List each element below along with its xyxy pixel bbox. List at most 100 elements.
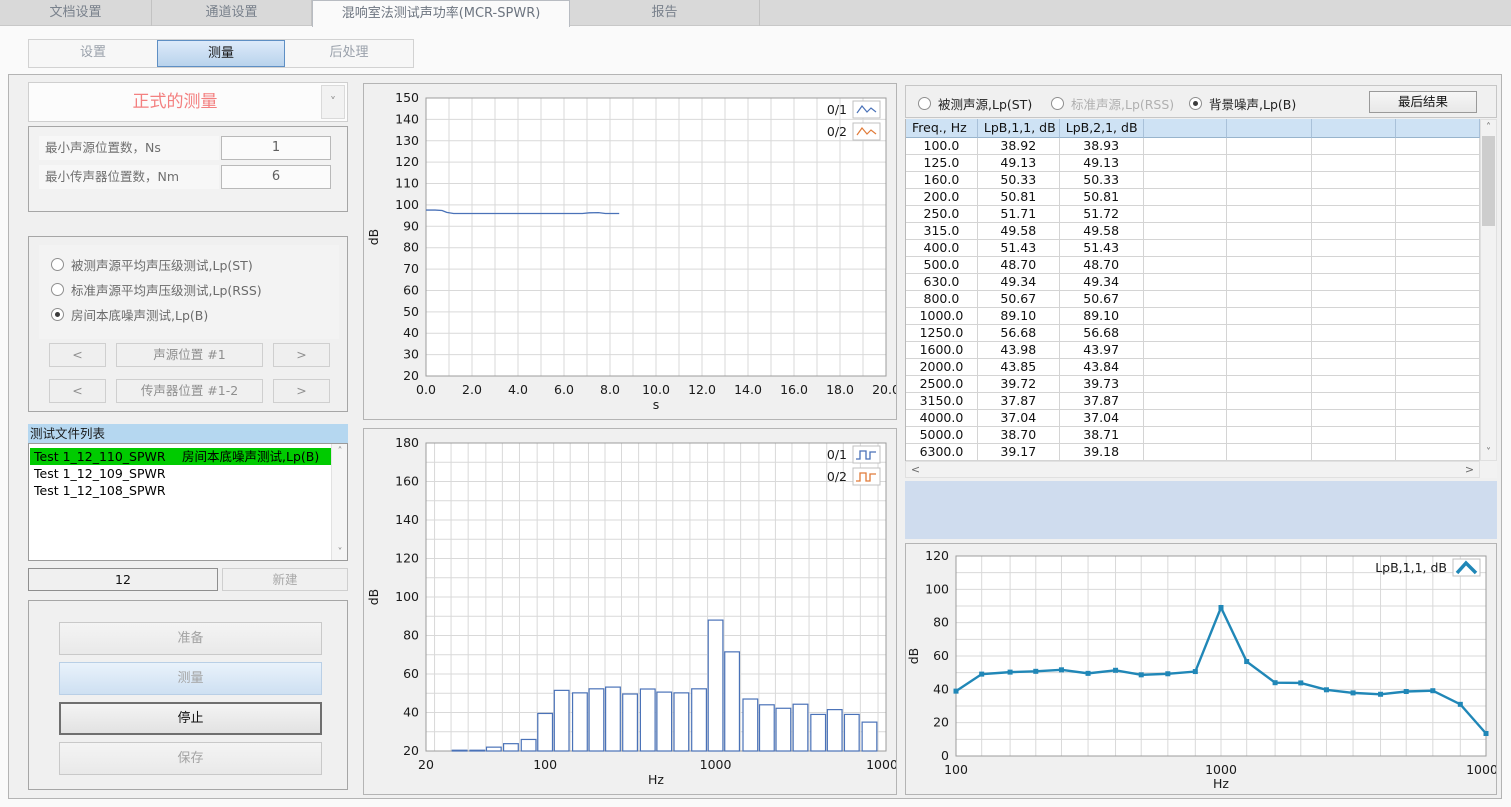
table-header-cell	[1144, 119, 1228, 138]
table-vertical-scrollbar[interactable]: ˄ ˅	[1480, 119, 1497, 461]
scrollbar-thumb[interactable]	[1482, 136, 1495, 226]
svg-text:20: 20	[403, 368, 419, 383]
sub-tab[interactable]: 设置	[29, 40, 157, 67]
file-list-scrollbar[interactable]: ˄ ˅	[331, 444, 347, 560]
table-cell: 39.17	[978, 444, 1060, 461]
svg-text:100: 100	[925, 581, 949, 596]
table-cell	[1144, 376, 1228, 393]
measurement-params-box: 最小声源位置数，Ns 1 最小传声器位置数，Nm 6	[28, 126, 348, 212]
new-file-button[interactable]: 新建	[222, 568, 348, 591]
scroll-up-icon[interactable]: ˄	[332, 444, 348, 459]
nm-value-field[interactable]: 6	[221, 165, 331, 189]
table-cell	[1312, 325, 1396, 342]
last-result-button[interactable]: 最后结果	[1369, 91, 1477, 113]
position-next-button[interactable]: >	[273, 379, 330, 403]
table-row[interactable]: 400.051.4351.43	[906, 240, 1480, 257]
scroll-right-icon[interactable]: >	[1462, 462, 1477, 477]
svg-text:6.0: 6.0	[554, 382, 574, 397]
nm-label: 最小传声器位置数，Nm	[39, 165, 219, 189]
top-tab[interactable]: 报告	[570, 0, 760, 26]
table-cell: 38.92	[978, 138, 1060, 155]
table-row[interactable]: 1600.043.9843.97	[906, 342, 1480, 359]
svg-text:100: 100	[395, 589, 419, 604]
svg-text:10000: 10000	[866, 757, 896, 772]
file-list[interactable]: ˄ ˅ Test 1_12_110_SPWR房间本底噪声测试,Lp(B)Test…	[28, 443, 348, 561]
table-cell	[1312, 172, 1396, 189]
table-cell	[1227, 359, 1312, 376]
table-row[interactable]: 630.049.3449.34	[906, 274, 1480, 291]
table-cell	[1312, 359, 1396, 376]
table-horizontal-scrollbar[interactable]: < >	[905, 461, 1480, 478]
table-row[interactable]: 2500.039.7239.73	[906, 376, 1480, 393]
table-row[interactable]: 800.050.6750.67	[906, 291, 1480, 308]
file-count-field[interactable]: 12	[28, 568, 218, 591]
source-radio[interactable]: 背景噪声,Lp(B)	[1189, 94, 1296, 112]
position-prev-button[interactable]: <	[49, 379, 106, 403]
table-row[interactable]: 160.050.3350.33	[906, 172, 1480, 189]
svg-text:s: s	[653, 397, 660, 412]
source-radio[interactable]: 标准声源,Lp(RSS)	[1051, 94, 1174, 112]
source-radio[interactable]: 被测声源,Lp(ST)	[918, 94, 1032, 112]
scroll-left-icon[interactable]: <	[908, 462, 923, 477]
table-row[interactable]: 200.050.8150.81	[906, 189, 1480, 206]
measurement-mode-combo[interactable]: 正式的测量 ˅	[28, 82, 348, 122]
table-row[interactable]: 315.049.5849.58	[906, 223, 1480, 240]
file-list-item[interactable]: Test 1_12_109_SPWR	[30, 465, 331, 482]
svg-text:90: 90	[403, 218, 419, 233]
table-row[interactable]: 500.048.7048.70	[906, 257, 1480, 274]
table-row[interactable]: 250.051.7151.72	[906, 206, 1480, 223]
subtab-strip: 设置测量后处理	[0, 27, 1511, 74]
table-cell: 50.33	[1060, 172, 1144, 189]
radio-icon[interactable]	[51, 283, 64, 296]
radio-icon[interactable]	[1189, 97, 1202, 110]
scroll-down-icon[interactable]: ˅	[332, 545, 348, 560]
table-cell	[1396, 444, 1480, 461]
table-row[interactable]: 100.038.9238.93	[906, 138, 1480, 155]
table-cell	[1227, 427, 1312, 444]
file-name: Test 1_12_108_SPWR	[30, 482, 182, 499]
table-row[interactable]: 4000.037.0437.04	[906, 410, 1480, 427]
svg-text:0/1: 0/1	[827, 447, 847, 462]
action-button-highlighted[interactable]: 测量	[59, 662, 322, 695]
sub-tab[interactable]: 测量	[157, 40, 285, 67]
top-tab[interactable]: 文档设置	[0, 0, 152, 26]
position-label-button[interactable]: 传声器位置 #1-2	[116, 379, 263, 403]
test-type-radio[interactable]: 房间本底噪声测试,Lp(B)	[51, 305, 208, 323]
position-next-button[interactable]: >	[273, 343, 330, 367]
test-type-radio[interactable]: 被测声源平均声压级测试,Lp(ST)	[51, 255, 253, 273]
table-row[interactable]: 2000.043.8543.84	[906, 359, 1480, 376]
radio-icon[interactable]	[918, 97, 931, 110]
radio-icon[interactable]	[51, 308, 64, 321]
position-prev-button[interactable]: <	[49, 343, 106, 367]
table-cell	[1144, 325, 1228, 342]
table-row[interactable]: 3150.037.8737.87	[906, 393, 1480, 410]
table-row[interactable]: 1250.056.6856.68	[906, 325, 1480, 342]
ns-value-field[interactable]: 1	[221, 136, 331, 160]
table-row[interactable]: 6300.039.1739.18	[906, 444, 1480, 461]
table-row[interactable]: 125.049.1349.13	[906, 155, 1480, 172]
table-cell	[1312, 257, 1396, 274]
table-row[interactable]: 5000.038.7038.71	[906, 427, 1480, 444]
radio-icon[interactable]	[51, 258, 64, 271]
table-cell: 50.67	[978, 291, 1060, 308]
scroll-up-icon[interactable]: ˄	[1481, 120, 1496, 135]
sub-tab[interactable]: 后处理	[285, 40, 413, 67]
radio-icon[interactable]	[1051, 97, 1064, 110]
top-tab[interactable]: 通道设置	[152, 0, 312, 26]
table-cell	[1144, 257, 1228, 274]
svg-text:30: 30	[403, 347, 419, 362]
test-type-radio[interactable]: 标准声源平均声压级测试,Lp(RSS)	[51, 280, 262, 298]
table-cell: 400.0	[906, 240, 978, 257]
position-label-button[interactable]: 声源位置 #1	[116, 343, 263, 367]
file-list-item[interactable]: Test 1_12_108_SPWR	[30, 482, 331, 499]
table-cell: 89.10	[1060, 308, 1144, 325]
table-row[interactable]: 1000.089.1089.10	[906, 308, 1480, 325]
top-tab[interactable]: 混响室法测试声功率(MCR-SPWR)	[312, 0, 570, 27]
action-button-disabled[interactable]: 保存	[59, 742, 322, 775]
table-cell	[1312, 342, 1396, 359]
scroll-down-icon[interactable]: ˅	[1481, 445, 1496, 460]
action-button-disabled[interactable]: 准备	[59, 622, 322, 655]
action-button-active[interactable]: 停止	[59, 702, 322, 735]
file-list-item[interactable]: Test 1_12_110_SPWR房间本底噪声测试,Lp(B)	[30, 448, 331, 465]
combo-dropdown-button[interactable]: ˅	[321, 85, 345, 119]
